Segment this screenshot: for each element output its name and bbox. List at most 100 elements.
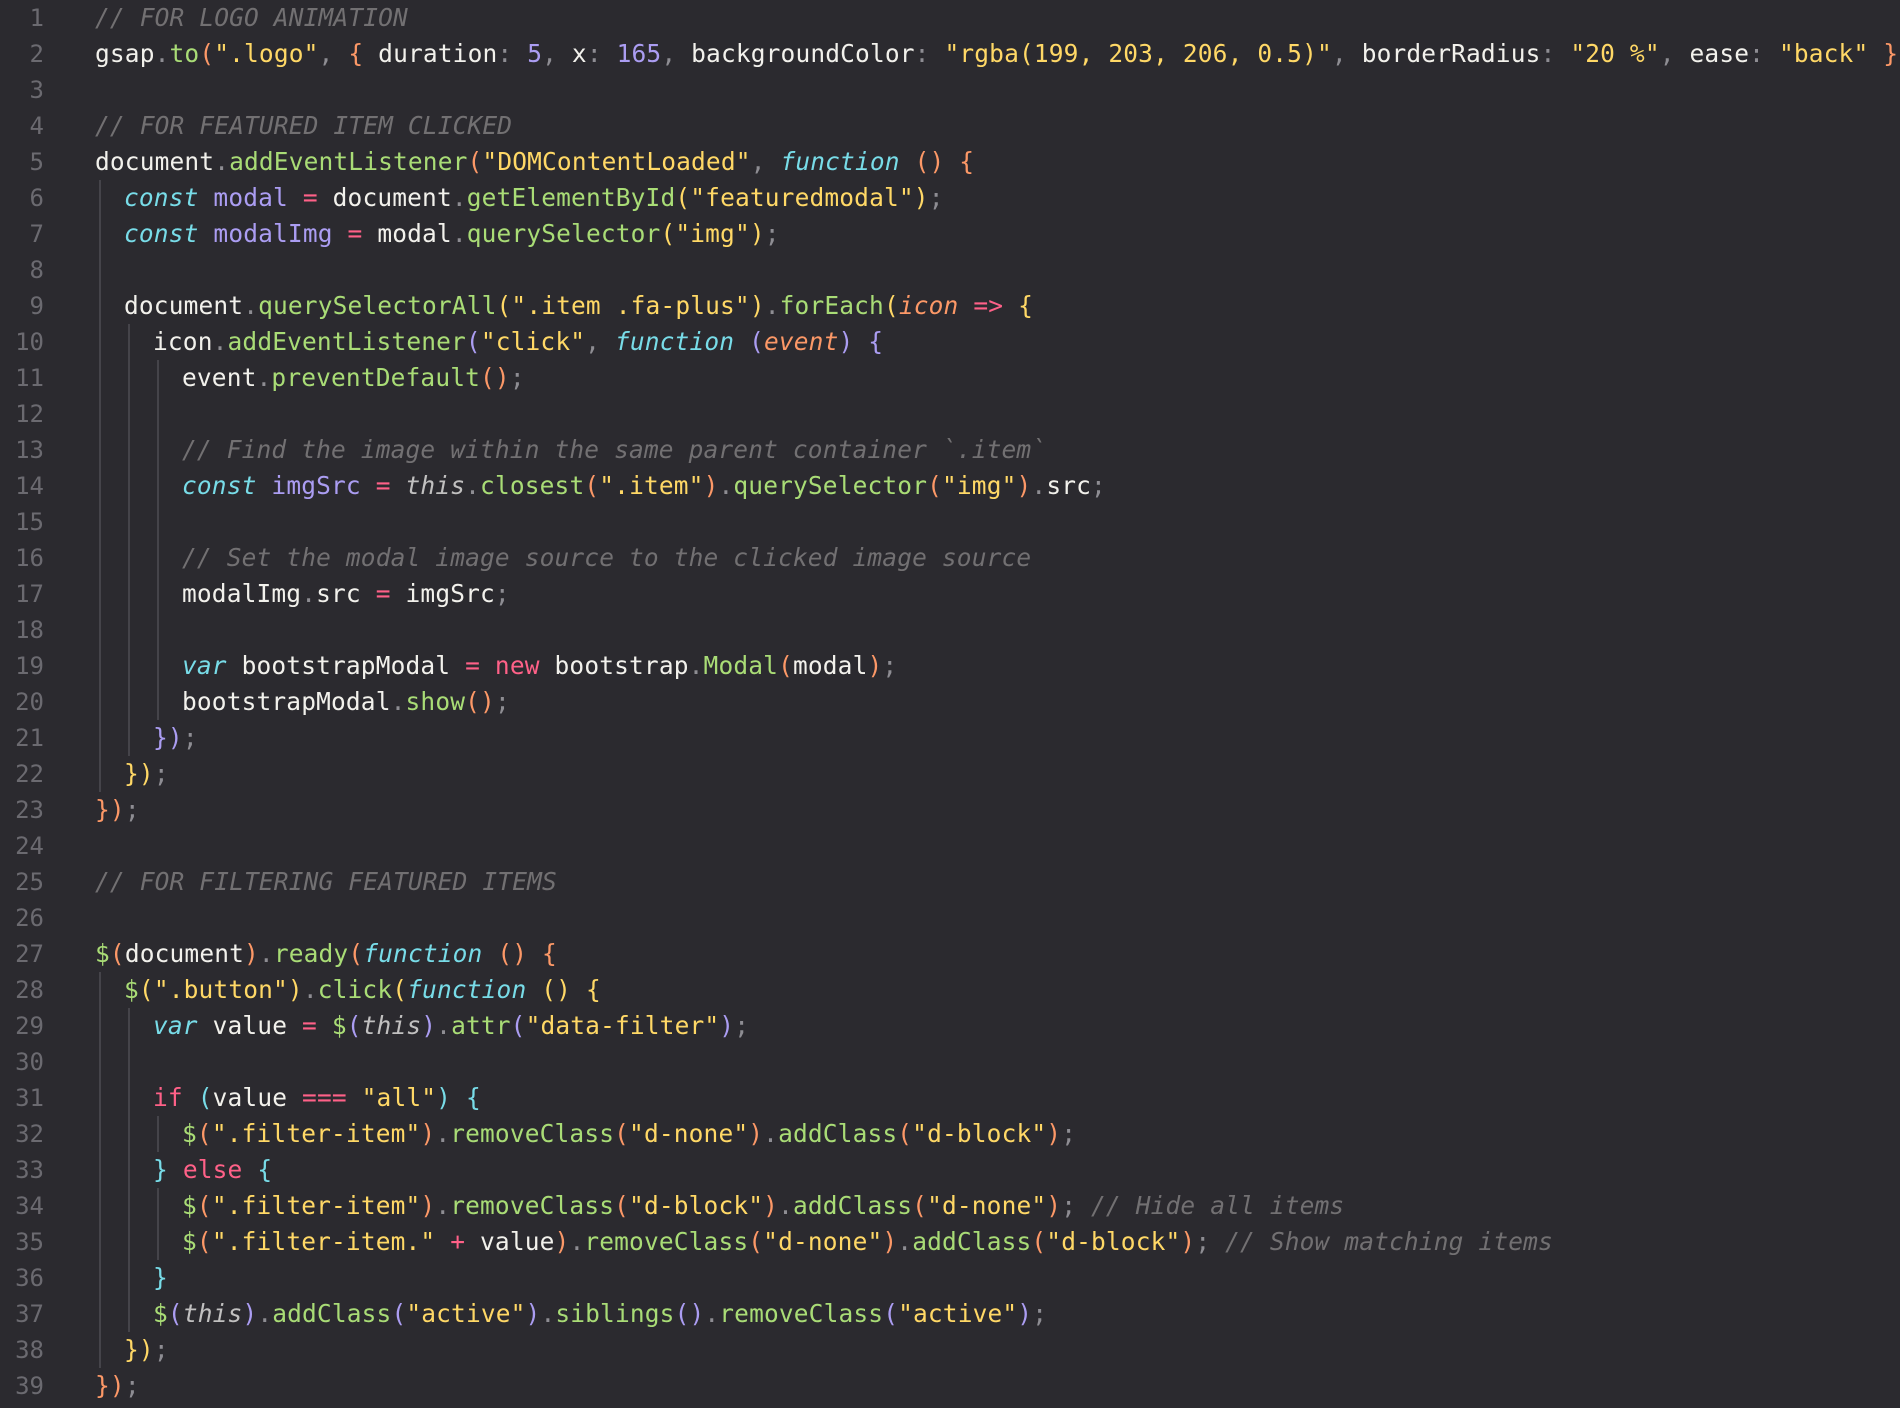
code-token: . — [569, 1227, 585, 1256]
code-line[interactable]: 12 — [0, 396, 1900, 432]
code-line[interactable]: 20 bootstrapModal.show(); — [0, 684, 1900, 720]
code-token: ( — [883, 1299, 899, 1328]
code-line[interactable]: 4 // FOR FEATURED ITEM CLICKED — [0, 108, 1900, 144]
code-token: === — [287, 1083, 362, 1112]
code-token: }) — [95, 1371, 125, 1400]
code-line[interactable]: 28 $(".button").click(function () { — [0, 972, 1900, 1008]
line-content: // FOR LOGO ANIMATION — [95, 0, 408, 36]
code-line[interactable]: 21}); — [0, 720, 1900, 756]
code-token: }) — [95, 795, 125, 824]
line-number: 1 — [29, 4, 44, 32]
code-token: ".filter-item" — [211, 1119, 421, 1148]
code-token: ( — [109, 939, 125, 968]
code-token: var — [153, 1011, 198, 1040]
code-token: addEventListener — [227, 327, 466, 356]
code-line[interactable]: 22}); — [0, 756, 1900, 792]
code-token: = — [360, 579, 406, 608]
code-token: : — [914, 39, 945, 68]
code-line[interactable]: 3 — [0, 72, 1900, 108]
code-token: ) — [748, 1119, 764, 1148]
code-token: ) — [242, 1299, 258, 1328]
code-token: ) — [436, 1083, 452, 1112]
code-token: ) — [913, 183, 929, 212]
code-token: 165 — [616, 39, 662, 68]
code-token: . — [257, 1299, 273, 1328]
code-line[interactable]: 8 — [0, 252, 1900, 288]
line-number: 38 — [15, 1336, 44, 1364]
code-line[interactable]: 18 — [0, 612, 1900, 648]
code-token: src — [1046, 471, 1092, 500]
code-token: function — [780, 147, 900, 176]
code-line[interactable]: 38}); — [0, 1332, 1900, 1368]
code-token: addEventListener — [229, 147, 468, 176]
code-token: ( — [1031, 1227, 1047, 1256]
code-token: // Hide all items — [1091, 1191, 1345, 1220]
code-line[interactable]: 15 — [0, 504, 1900, 540]
code-line[interactable]: 6 const modal = document.getElementById("… — [0, 180, 1900, 216]
code-line[interactable]: 29 var value = $(this).attr("data-filter"… — [0, 1008, 1900, 1044]
code-line[interactable]: 1 // FOR LOGO ANIMATION — [0, 0, 1900, 36]
line-number: 2 — [29, 40, 44, 68]
code-token: ; — [734, 1011, 750, 1040]
code-token: ) — [1017, 1299, 1033, 1328]
code-line[interactable]: 37 $(this).addClass("active").siblings().… — [0, 1296, 1900, 1332]
code-token: : — [586, 39, 617, 68]
line-content: modalImg.src = imgSrc; — [182, 576, 510, 612]
line-number: 19 — [15, 652, 44, 680]
code-line[interactable]: 17 modalImg.src = imgSrc; — [0, 576, 1900, 612]
code-line[interactable]: 14 const imgSrc = this.closest(".item").q… — [0, 468, 1900, 504]
code-line[interactable]: 33} else { — [0, 1152, 1900, 1188]
code-line[interactable]: 7 const modalImg = modal.querySelector("i… — [0, 216, 1900, 252]
line-content: }); — [95, 792, 140, 828]
code-line[interactable]: 32 $(".filter-item").removeClass("d-none"… — [0, 1116, 1900, 1152]
code-line[interactable]: 35 $(".filter-item." + value).removeClass… — [0, 1224, 1900, 1260]
code-line[interactable]: 11 event.preventDefault(); — [0, 360, 1900, 396]
code-token: icon — [153, 327, 213, 356]
code-line[interactable]: 36} — [0, 1260, 1900, 1296]
code-token: ) — [882, 1227, 898, 1256]
code-editor[interactable]: 1 // FOR LOGO ANIMATION 2 gsap.to(".logo", … — [0, 0, 1900, 1408]
code-token: bootstrapModal — [241, 651, 451, 680]
line-content: icon.addEventListener("click", function … — [153, 324, 883, 360]
code-line[interactable]: 9 document.querySelectorAll(".item .fa-pl… — [0, 288, 1900, 324]
code-token: ( — [391, 1299, 407, 1328]
code-token: function — [363, 939, 483, 968]
code-line[interactable]: 24 — [0, 828, 1900, 864]
code-line[interactable]: 25 // FOR FILTERING FEATURED ITEMS — [0, 864, 1900, 900]
line-number: 7 — [29, 220, 44, 248]
code-line[interactable]: 39}); — [0, 1368, 1900, 1404]
code-token: bootstrap — [554, 651, 689, 680]
code-token: ( — [346, 1011, 362, 1040]
code-token: ; — [1032, 1299, 1048, 1328]
line-content: event.preventDefault(); — [182, 360, 525, 396]
code-token: ".item" — [599, 471, 704, 500]
code-token: this — [405, 471, 466, 500]
code-token: . — [1031, 471, 1047, 500]
code-line[interactable]: 13 // Find the image within the same pare… — [0, 432, 1900, 468]
line-number: 6 — [29, 184, 44, 212]
code-line[interactable]: 23}); — [0, 792, 1900, 828]
code-line[interactable]: 27 $(document).ready(function () { — [0, 936, 1900, 972]
code-token: } — [153, 1263, 168, 1292]
code-line[interactable]: 31 if (value === "all") { — [0, 1080, 1900, 1116]
code-token: // Find the image within the same parent… — [182, 435, 1047, 464]
code-line[interactable]: 16 // Set the modal image source to the c… — [0, 540, 1900, 576]
code-token: }) — [153, 723, 183, 752]
code-line[interactable]: 26 — [0, 900, 1900, 936]
code-token: ) — [1016, 471, 1032, 500]
code-line[interactable]: 5 document.addEventListener("DOMContentLo… — [0, 144, 1900, 180]
code-token: siblings — [555, 1299, 675, 1328]
code-line[interactable]: 30 — [0, 1044, 1900, 1080]
code-token: value — [480, 1227, 555, 1256]
code-token: ) — [1180, 1227, 1196, 1256]
code-line[interactable]: 2 gsap.to(".logo", { duration: 5, x: 165,… — [0, 36, 1900, 72]
line-number: 14 — [15, 472, 44, 500]
code-line[interactable]: 10 icon.addEventListener("click", functio… — [0, 324, 1900, 360]
code-token: icon — [898, 291, 959, 320]
code-line[interactable]: 34 $(".filter-item").removeClass("d-block… — [0, 1188, 1900, 1224]
code-token: src — [316, 579, 361, 608]
code-token: ) — [838, 327, 854, 356]
code-line[interactable]: 19 var bootstrapModal = new bootstrap.Mod… — [0, 648, 1900, 684]
